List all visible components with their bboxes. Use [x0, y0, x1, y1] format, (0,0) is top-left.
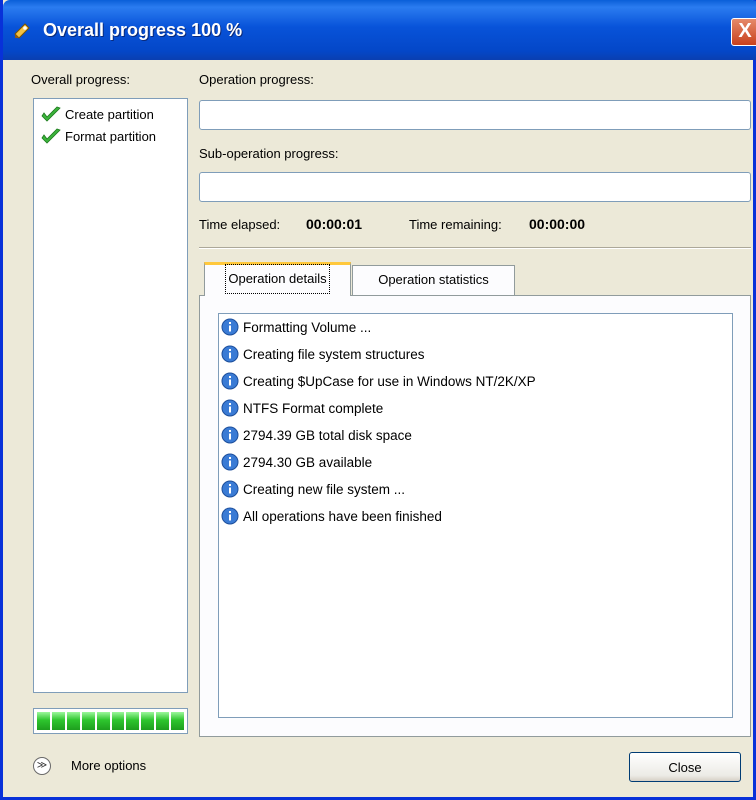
list-item-text: 2794.30 GB available [243, 455, 373, 470]
info-icon [221, 372, 239, 390]
time-elapsed-label: Time elapsed: [199, 217, 281, 232]
overall-progress-bar [33, 708, 188, 734]
progress-segment [81, 712, 95, 730]
info-icon [221, 480, 239, 498]
tab-operation-details[interactable]: Operation details [204, 262, 351, 296]
progress-segment [171, 712, 185, 730]
checkmark-icon [41, 128, 61, 144]
tab-operation-statistics[interactable]: Operation statistics [352, 265, 515, 295]
progress-segment [126, 712, 140, 730]
list-item-text: 2794.39 GB total disk space [243, 428, 412, 443]
operation-details-list[interactable]: Formatting Volume ... Creating file syst… [218, 313, 733, 718]
tab-label: Operation statistics [378, 272, 489, 287]
list-item-text: Creating $UpCase for use in Windows NT/2… [243, 374, 536, 389]
title-bar[interactable]: Overall progress 100 % X [3, 0, 756, 60]
separator [199, 247, 751, 249]
chevron-down-icon: ≫ [33, 757, 51, 775]
info-icon [221, 318, 239, 336]
time-remaining-label: Time remaining: [409, 217, 502, 232]
list-item-label: Format partition [65, 129, 157, 144]
app-icon [14, 23, 30, 39]
more-options-label: More options [71, 758, 147, 773]
progress-segment [37, 712, 50, 730]
list-item-text: NTFS Format complete [243, 401, 384, 416]
info-icon [221, 345, 239, 363]
close-button[interactable]: Close [629, 752, 741, 782]
time-remaining-value: 00:00:00 [529, 216, 586, 232]
close-icon: X [738, 20, 752, 42]
checkmark-icon [41, 106, 61, 122]
list-item-label: Create partition [65, 107, 154, 122]
info-icon [221, 453, 239, 471]
sub-operation-progress-field [199, 172, 751, 202]
progress-segment [156, 712, 170, 730]
window-close-button[interactable]: X [731, 18, 756, 46]
list-item-text: Creating new file system ... [243, 482, 406, 497]
progress-segment [141, 712, 155, 730]
time-elapsed-value: 00:00:01 [306, 216, 363, 232]
operation-progress-label: Operation progress: [199, 72, 314, 87]
list-item-text: Formatting Volume ... [243, 320, 372, 335]
progress-dialog: Overall progress 100 % X Overall progres… [0, 0, 756, 800]
info-icon [221, 507, 239, 525]
list-item-text: Creating file system structures [243, 347, 425, 362]
info-icon [221, 399, 239, 417]
overall-progress-label: Overall progress: [31, 72, 130, 87]
tab-label: Operation details [225, 264, 330, 294]
progress-segment [51, 712, 65, 730]
sub-operation-progress-label: Sub-operation progress: [199, 146, 339, 161]
operation-progress-field [199, 100, 751, 130]
window-title: Overall progress 100 % [43, 20, 243, 40]
info-icon [221, 426, 239, 444]
progress-segment [111, 712, 125, 730]
overall-progress-list[interactable]: Create partition Format partition [33, 98, 188, 693]
progress-segment [96, 712, 110, 730]
list-item-text: All operations have been finished [243, 509, 442, 524]
progress-segment [66, 712, 80, 730]
